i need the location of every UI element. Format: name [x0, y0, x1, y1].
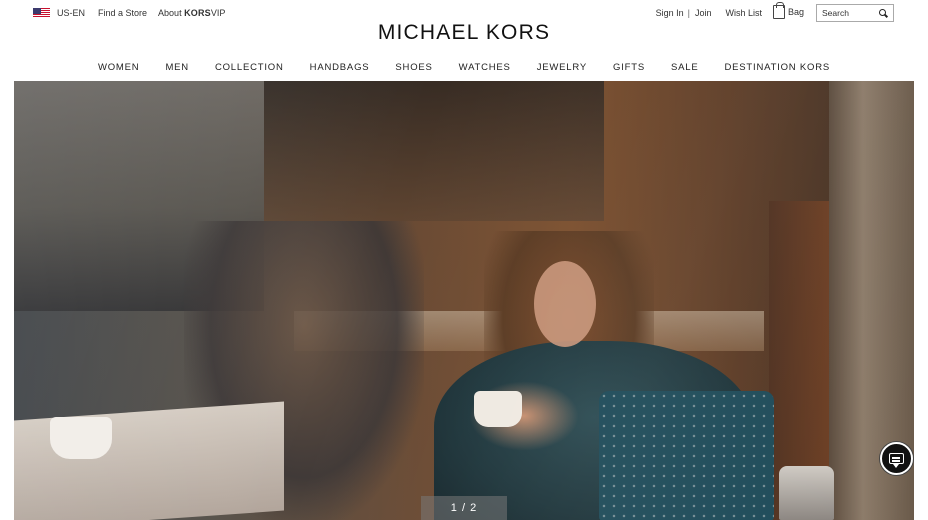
bag-link[interactable]: Bag [772, 1, 804, 19]
nav-item-watches[interactable]: WATCHES [459, 62, 511, 73]
hero-carousel[interactable]: 1 / 2 [14, 81, 914, 520]
about-korsvip-link[interactable]: About KORSVIP [158, 8, 225, 18]
about-prefix: About [158, 8, 185, 18]
link-separator: | [687, 8, 690, 18]
main-navigation: WOMEN MEN COLLECTION HANDBAGS SHOES WATC… [0, 62, 928, 73]
utility-links-right: Sign In | Join Wish List Bag [656, 1, 894, 22]
nav-item-jewelry[interactable]: JEWELRY [537, 62, 587, 73]
nav-item-handbags[interactable]: HANDBAGS [310, 62, 370, 73]
brand-logo[interactable]: MICHAEL KORS [0, 21, 928, 45]
us-flag-icon[interactable] [33, 8, 50, 18]
site-header: US-EN Find a Store About KORSVIP MICHAEL… [0, 0, 928, 50]
nav-item-women[interactable]: WOMEN [98, 62, 139, 73]
nav-item-sale[interactable]: SALE [671, 62, 699, 73]
search-box[interactable] [816, 4, 894, 22]
nav-item-collection[interactable]: COLLECTION [215, 62, 284, 73]
nav-item-shoes[interactable]: SHOES [395, 62, 432, 73]
chat-button[interactable] [880, 442, 913, 475]
bag-label: Bag [787, 6, 804, 17]
nav-item-men[interactable]: MEN [165, 62, 189, 73]
nav-item-gifts[interactable]: GIFTS [613, 62, 645, 73]
locale-selector[interactable]: US-EN [57, 8, 85, 18]
shopping-bag-icon [772, 1, 785, 19]
hero-window-glare [14, 81, 914, 520]
find-store-link[interactable]: Find a Store [98, 8, 147, 18]
join-link[interactable]: Join [695, 8, 712, 18]
nav-item-destination-kors[interactable]: DESTINATION KORS [725, 62, 831, 73]
search-icon[interactable] [879, 8, 888, 18]
chat-icon [889, 453, 904, 468]
carousel-pager[interactable]: 1 / 2 [421, 496, 507, 520]
utility-links-left: US-EN Find a Store About KORSVIP [33, 8, 225, 18]
search-input[interactable] [822, 8, 876, 18]
about-brand: KORS [184, 8, 211, 18]
about-suffix: VIP [210, 8, 226, 18]
sign-in-link[interactable]: Sign In [656, 8, 684, 18]
wish-list-link[interactable]: Wish List [725, 8, 762, 18]
